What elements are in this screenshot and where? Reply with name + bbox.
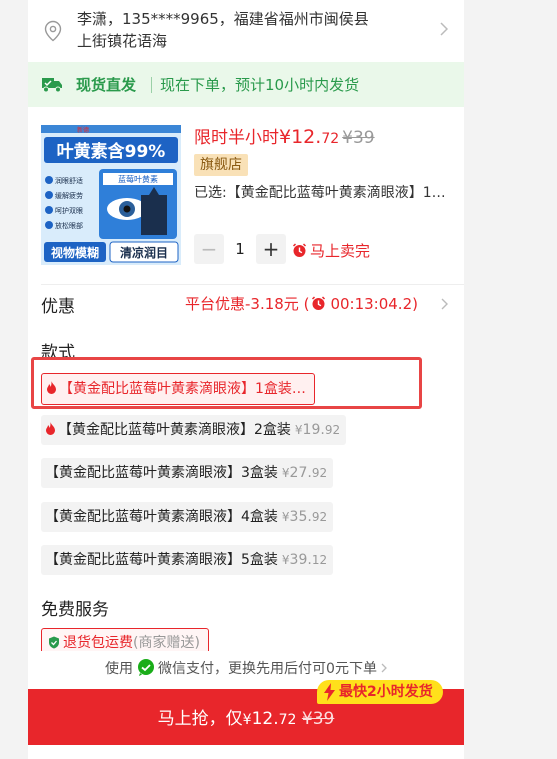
style-option-name: 【黄金配比蓝莓叶黄素滴眼液】4盒装 <box>45 509 278 525</box>
discount-row[interactable]: 平台优惠-3.18元 ( 00:13:04.2) <box>185 293 418 314</box>
style-option-3[interactable]: 【黄金配比蓝莓叶黄素滴眼液】3盒装 ¥27.92 <box>41 458 334 488</box>
price-int: 39. <box>289 552 312 568</box>
thumb-tag-2: 缓解疲劳 <box>55 191 83 200</box>
discount-close: ) <box>412 295 418 313</box>
payment-method-text: 微信支付，更换先用后付可0元下单 <box>158 661 377 677</box>
thumb-tag-1: 润眼舒适 <box>55 176 83 185</box>
discount-label: 优惠 <box>41 297 75 317</box>
buy-now-label-row: 马上抢，仅¥12.72 ¥39 <box>28 704 464 729</box>
address-row[interactable]: 李潇，135****9965，福建省福州市闽侯县 上街镇花语海 <box>28 0 464 62</box>
price-symbol: ¥ <box>279 126 292 148</box>
alarm-clock-icon <box>292 243 307 257</box>
quantity-value[interactable]: 1 <box>224 234 256 264</box>
price-dec: 72 <box>321 131 340 147</box>
price-currency: ¥ <box>281 466 290 480</box>
style-option-4[interactable]: 【黄金配比蓝莓叶黄素滴眼液】4盒装 ¥35.92 <box>41 502 334 532</box>
fire-icon <box>47 381 56 394</box>
price-dec: 92 <box>311 510 328 524</box>
address-line2: 上街镇花语海 <box>77 32 168 50</box>
style-option-name: 【黄金配比蓝莓叶黄素滴眼液】5盒装 <box>45 552 278 568</box>
price-currency: ¥ <box>281 553 290 567</box>
chevron-right-icon[interactable] <box>441 298 448 310</box>
style-option-price: ¥39.12 <box>281 552 328 568</box>
alarm-clock-icon <box>312 296 326 310</box>
thumb-slogan-left: 视物模糊 <box>51 245 99 260</box>
price-dec: 12 <box>311 553 328 567</box>
price-dec: 92 <box>324 423 341 437</box>
shipping-text: 现在下单，预计10小时内发货 <box>160 76 360 94</box>
price-label: 限时半小时 <box>194 128 279 148</box>
chevron-right-icon <box>440 22 448 36</box>
sellout-text: 马上卖完 <box>310 242 371 260</box>
thumb-tag-3: 呵护双眼 <box>55 206 83 215</box>
shipping-badge: 现货直发 <box>76 76 137 94</box>
price-old: ¥39 <box>342 128 375 148</box>
price-currency: ¥ <box>294 423 303 437</box>
return-note: (商家赠送) <box>133 635 200 651</box>
discount-timer: 00:13:04.2 <box>330 295 413 313</box>
thumb-slogan-right: 清凉润目 <box>120 245 168 260</box>
location-pin-icon <box>44 20 62 42</box>
thumb-tag-4: 放松眼部 <box>55 221 83 230</box>
divider <box>41 284 464 285</box>
address-line1: 李潇，135****9965，福建省福州市闽侯县 <box>77 10 369 28</box>
shield-check-icon <box>49 636 59 649</box>
style-option-price: ¥27.92 <box>281 465 328 481</box>
quantity-plus-button[interactable]: + <box>256 234 286 264</box>
chevron-right-icon <box>381 663 387 673</box>
discount-value: 平台优惠-3.18元 ( <box>185 295 310 313</box>
style-option-2[interactable]: 【黄金配比蓝莓叶黄素滴眼液】2盒装 ¥19.92 <box>41 415 347 445</box>
style-option-price: ¥35.92 <box>281 509 328 525</box>
price-int: 19. <box>302 422 325 438</box>
fire-icon <box>46 422 55 435</box>
address-text: 李潇，135****9965，福建省福州市闽侯县 上街镇花语海 <box>77 8 437 52</box>
store-tag: 旗舰店 <box>194 154 248 176</box>
product-thumbnail[interactable]: 新德 叶黄素含99% 蓝莓叶黄素 润眼舒适 缓解疲劳 呵护双眼 放松眼部 视物模… <box>41 125 181 265</box>
services-title: 免费服务 <box>41 600 109 620</box>
thumb-brand: 新德 <box>77 126 89 134</box>
buy-price-old: ¥39 <box>301 709 335 729</box>
buy-price-int: 12. <box>251 709 279 729</box>
quantity-minus-button[interactable]: − <box>194 234 224 264</box>
sellout-notice: 马上卖完 <box>292 240 370 261</box>
style-option-name: 【黄金配比蓝莓叶黄素滴眼液】2盒装 <box>58 422 291 438</box>
price-row: 限时半小时¥12.72 ¥39 <box>194 123 375 148</box>
style-option-5[interactable]: 【黄金配比蓝莓叶黄素滴眼液】5盒装 ¥39.12 <box>41 545 334 575</box>
thumb-box-name: 蓝莓叶黄素 <box>118 174 158 184</box>
buy-label: 马上抢，仅 <box>157 709 243 729</box>
return-label: 退货包运费 <box>63 635 133 651</box>
truck-icon <box>42 78 62 93</box>
buy-currency: ¥ <box>242 712 252 728</box>
selected-variant: 已选:【黄金配比蓝莓叶黄素滴眼液】1盒装 <box>194 185 456 201</box>
product-sku-sheet: 李潇，135****9965，福建省福州市闽侯县 上街镇花语海 现货直发 现在下… <box>28 0 464 759</box>
divider <box>151 77 152 93</box>
price-int: 35. <box>289 509 312 525</box>
lightning-icon <box>324 683 335 701</box>
price-int: 12. <box>291 126 322 148</box>
wechat-pay-icon <box>138 659 155 676</box>
buy-price-dec: 72 <box>278 712 297 728</box>
style-option-name: 【黄金配比蓝莓叶黄素滴眼液】3盒装 <box>45 465 278 481</box>
price-int: 27. <box>289 465 312 481</box>
price-currency: ¥ <box>281 510 290 524</box>
price-dec: 92 <box>311 466 328 480</box>
fast-shipping-text: 最快2小时发货 <box>339 684 433 700</box>
style-option-name: 【黄金配比蓝莓叶黄素滴眼液】1盒装 <box>59 381 292 397</box>
payment-pre: 使用 <box>105 661 134 677</box>
style-option-price: ¥19.92 <box>294 422 341 438</box>
shipping-banner: 现货直发 现在下单，预计10小时内发货 <box>28 62 464 107</box>
thumb-headline: 叶黄素含99% <box>57 141 166 162</box>
fast-shipping-badge: 最快2小时发货 <box>317 680 443 704</box>
style-option-1[interactable]: 【黄金配比蓝莓叶黄素滴眼液】1盒装¥12.72 <box>41 373 315 405</box>
